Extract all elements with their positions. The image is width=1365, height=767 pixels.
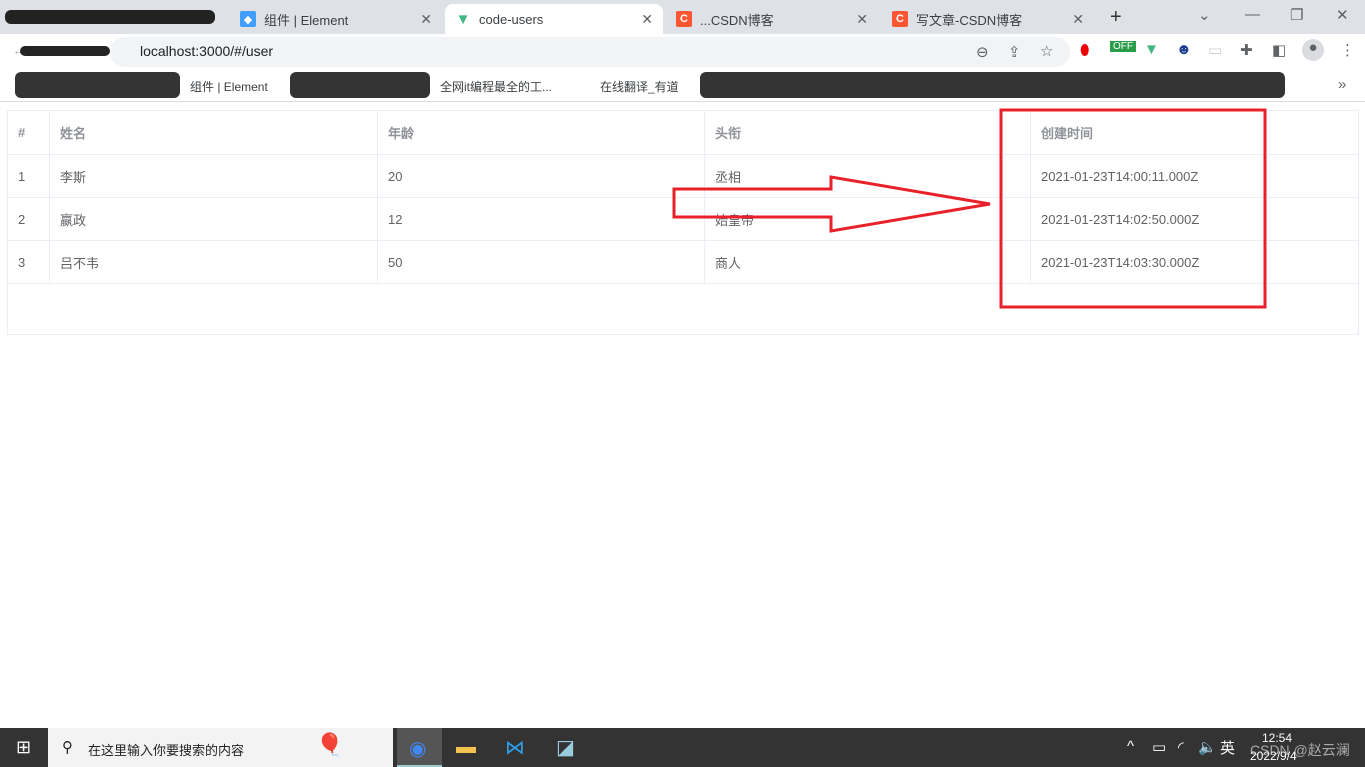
- search-icon: ⚲: [62, 739, 73, 756]
- taskbar: ⊞ ⚲ 在这里输入你要搜索的内容 🎈 ◉ ▬ ⋈ ◪ ^ ▭ ◜ 🔈 英 12:54…: [0, 728, 1365, 767]
- highlight-rectangle: [999, 108, 1267, 309]
- chrome-taskbar-icon[interactable]: ◉: [397, 728, 442, 767]
- search-placeholder: 在这里输入你要搜索的内容: [88, 743, 245, 758]
- bookmark-item[interactable]: 组件 | Element: [190, 78, 268, 95]
- show-hidden-icons[interactable]: ^: [1127, 738, 1134, 755]
- taskbar-search-input[interactable]: ⚲ 在这里输入你要搜索的内容 🎈: [48, 728, 393, 767]
- bookmark-item[interactable]: 全网it编程最全的工...: [440, 78, 552, 95]
- bookmark-item[interactable]: 在线翻译_有道: [600, 78, 679, 95]
- search-highlight-icon: 🎈: [316, 732, 344, 757]
- battery-icon[interactable]: ▭: [1152, 738, 1166, 756]
- arrow-annotation: [672, 175, 991, 233]
- volume-icon[interactable]: 🔈: [1198, 738, 1217, 756]
- file-explorer-icon[interactable]: ▬: [456, 736, 476, 759]
- windows-start-icon[interactable]: ⊞: [16, 737, 31, 758]
- app-icon[interactable]: ◪: [556, 735, 575, 760]
- wifi-icon[interactable]: ◜: [1178, 738, 1184, 756]
- ime-indicator[interactable]: 英: [1220, 737, 1235, 758]
- annotation-overlay: [672, 108, 1267, 309]
- vscode-icon[interactable]: ⋈: [505, 735, 525, 760]
- watermark: CSDN @赵云澜: [1250, 742, 1350, 758]
